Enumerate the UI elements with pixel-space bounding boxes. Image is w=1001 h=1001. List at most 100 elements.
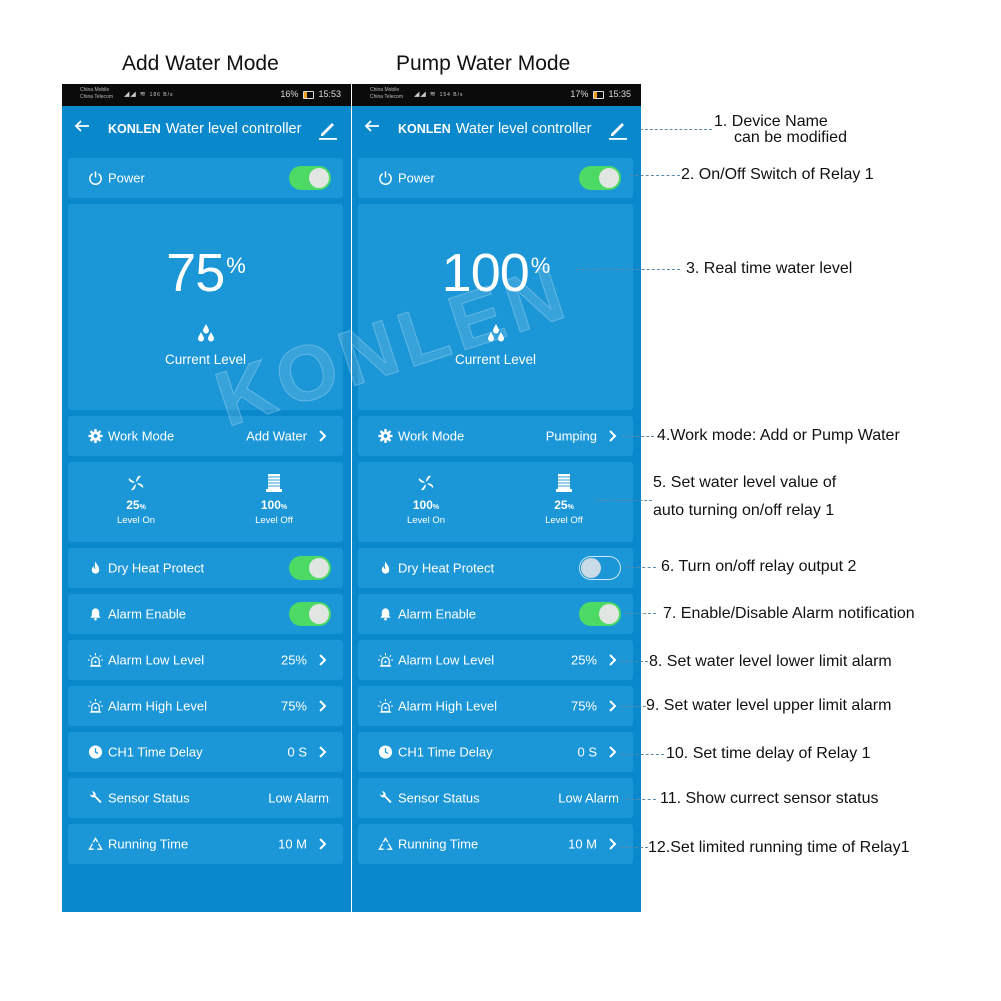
annotation-6: 6. Turn on/off relay output 2 xyxy=(661,558,857,575)
running-time-row[interactable]: Running Time 10 M xyxy=(358,824,633,864)
running-time-row[interactable]: Running Time 10 M xyxy=(68,824,343,864)
level-thresholds-card: 25% Level On 100% Level Off xyxy=(68,462,343,542)
power-toggle[interactable] xyxy=(289,166,331,190)
bell-icon xyxy=(90,608,101,621)
level-on-label: Level On xyxy=(406,515,446,526)
running-time-value: 10 M xyxy=(278,836,307,852)
work-mode-row[interactable]: Work Mode Pumping xyxy=(358,416,633,456)
alarm-low-label: Alarm Low Level xyxy=(378,653,494,668)
power-toggle[interactable] xyxy=(579,166,621,190)
alarm-enable-row: Alarm Enable xyxy=(68,594,343,634)
back-arrow-icon[interactable] xyxy=(364,118,380,139)
device-title: Water level controller xyxy=(165,121,302,137)
level-on-unit: % xyxy=(139,504,146,511)
clock-icon xyxy=(88,745,103,759)
power-icon xyxy=(379,171,392,185)
chevron-right-icon[interactable] xyxy=(317,745,329,759)
wrench-icon xyxy=(379,791,392,804)
wrench-icon xyxy=(89,791,102,804)
flame-icon xyxy=(91,561,100,574)
chevron-right-icon[interactable] xyxy=(317,699,329,713)
battery-percent: 17% xyxy=(570,89,589,99)
power-label: Power xyxy=(88,171,145,186)
leader-line xyxy=(640,129,712,130)
alarm-high-row[interactable]: Alarm High Level 75% xyxy=(68,686,343,726)
phone-screen-pump-water: China Mobile China Telecom ◢◢ ≋ 154 B/s … xyxy=(352,84,641,912)
level-off-setting[interactable]: 100% Level Off xyxy=(224,472,324,526)
alarm-high-value: 75% xyxy=(570,698,597,714)
time-delay-row[interactable]: CH1 Time Delay 0 S xyxy=(68,732,343,772)
carrier-info: China Mobile China Telecom xyxy=(80,87,113,101)
back-arrow-icon[interactable] xyxy=(74,118,90,139)
brand-name: KONLEN xyxy=(108,122,161,136)
chevron-right-icon[interactable] xyxy=(317,429,329,443)
leader-line xyxy=(596,500,652,501)
chevron-right-icon[interactable] xyxy=(607,837,619,851)
annotation-11: 11. Show currect sensor status xyxy=(660,790,879,807)
power-label: Power xyxy=(378,171,435,186)
running-time-label: Running Time xyxy=(88,837,188,852)
level-on-setting[interactable]: 100% Level On xyxy=(376,472,476,526)
alarm-low-value: 25% xyxy=(280,652,307,668)
chevron-right-icon[interactable] xyxy=(317,837,329,851)
level-off-value: 100% xyxy=(224,498,324,512)
bell-icon xyxy=(380,608,391,621)
alarm-enable-text: Alarm Enable xyxy=(108,606,187,622)
alarm-high-value: 75% xyxy=(280,698,307,714)
alarm-low-text: Alarm Low Level xyxy=(108,652,205,668)
alarm-low-row[interactable]: Alarm Low Level 25% xyxy=(358,640,633,680)
signal-icons: ◢◢ ≋ 186 B/s xyxy=(124,90,174,98)
alarm-enable-toggle[interactable] xyxy=(579,602,621,626)
chevron-right-icon[interactable] xyxy=(607,429,619,443)
current-level-value: 75% xyxy=(68,242,343,304)
work-mode-text: Work Mode xyxy=(108,428,175,444)
alarm-high-label: Alarm High Level xyxy=(88,699,207,714)
time-delay-value: 0 S xyxy=(287,744,307,760)
wifi-icon: ≋ xyxy=(429,91,437,98)
dry-heat-label: Dry Heat Protect xyxy=(378,561,494,576)
carrier-info: China Mobile China Telecom xyxy=(370,87,403,101)
level-on-setting[interactable]: 25% Level On xyxy=(86,472,186,526)
device-title: Water level controller xyxy=(455,121,592,137)
time-delay-label: CH1 Time Delay xyxy=(378,745,493,760)
work-mode-row[interactable]: Work Mode Add Water xyxy=(68,416,343,456)
alarm-light-icon xyxy=(88,652,103,667)
chevron-right-icon[interactable] xyxy=(317,653,329,667)
alarm-enable-row: Alarm Enable xyxy=(358,594,633,634)
leader-line xyxy=(626,567,656,568)
time-delay-text: CH1 Time Delay xyxy=(108,744,203,760)
level-off-setting[interactable]: 25% Level Off xyxy=(514,472,614,526)
level-unit: % xyxy=(226,253,246,278)
water-drops-icon xyxy=(487,324,504,342)
alarm-low-row[interactable]: Alarm Low Level 25% xyxy=(68,640,343,680)
sensor-status-value: Low Alarm xyxy=(268,790,329,806)
dry-heat-label: Dry Heat Protect xyxy=(88,561,204,576)
fan-icon xyxy=(128,475,144,491)
alarm-low-value: 25% xyxy=(570,652,597,668)
power-row: Power xyxy=(358,158,633,198)
time-delay-row[interactable]: CH1 Time Delay 0 S xyxy=(358,732,633,772)
dry-heat-toggle[interactable] xyxy=(579,556,621,580)
alarm-enable-label: Alarm Enable xyxy=(88,607,186,622)
leader-line xyxy=(630,175,680,176)
status-right: 16% 15:53 xyxy=(280,89,341,99)
work-mode-text: Work Mode xyxy=(398,428,465,444)
chevron-right-icon[interactable] xyxy=(607,653,619,667)
level-on-label: Level On xyxy=(116,515,156,526)
dry-heat-text: Dry Heat Protect xyxy=(398,560,495,576)
dry-heat-text: Dry Heat Protect xyxy=(108,560,205,576)
chevron-right-icon[interactable] xyxy=(607,699,619,713)
dry-heat-toggle[interactable] xyxy=(289,556,331,580)
alarm-high-row[interactable]: Alarm High Level 75% xyxy=(358,686,633,726)
power-icon xyxy=(89,171,102,185)
status-bar: China Mobile China Telecom ◢◢ ≋ 154 B/s … xyxy=(352,84,641,106)
clock-icon xyxy=(378,745,393,759)
chevron-right-icon[interactable] xyxy=(607,745,619,759)
alarm-enable-toggle[interactable] xyxy=(289,602,331,626)
current-level-label: Current Level xyxy=(454,352,537,367)
gear-icon xyxy=(378,428,393,444)
edit-pencil-icon[interactable] xyxy=(607,118,629,140)
alarm-light-icon xyxy=(378,698,393,713)
edit-pencil-icon[interactable] xyxy=(317,118,339,140)
annotation-9: 9. Set water level upper limit alarm xyxy=(646,697,892,714)
